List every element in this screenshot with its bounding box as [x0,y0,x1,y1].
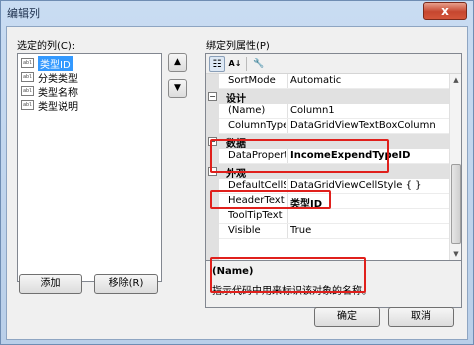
column-divider[interactable] [287,104,288,119]
dialog-client-area: 选定的列(C): abl 类型ID abl 分类类型 abl 类型名称 abl 类型说明 ▲ … [6,26,468,340]
move-down-button[interactable]: ▼ [168,79,187,98]
scroll-up-arrow-icon[interactable]: ▲ [450,74,462,86]
property-name: Visible [228,225,261,236]
close-button[interactable]: x [423,2,467,20]
add-column-button[interactable]: 添加 [19,274,82,294]
column-list-item-label: 类型名称 [38,87,78,99]
cancel-button[interactable]: 取消 [388,307,454,327]
ok-button[interactable]: 确定 [314,307,380,327]
property-category-label: 设计 [226,94,246,105]
property-name: ToolTipText [228,210,283,221]
property-row[interactable]: (Name) Column1 [206,104,449,119]
property-row[interactable]: ColumnType DataGridViewTextBoxColumn [206,119,449,134]
textbox-column-icon: abl [21,72,34,82]
dialog-title: 编辑列 [7,7,40,20]
add-column-label: 添加 [40,278,61,289]
alphabetical-sort-icon[interactable]: A↓ [227,56,243,72]
property-grid-scrollbar[interactable]: ▲ ▼ [449,74,461,260]
property-name: ColumnType [228,120,286,131]
ok-label: 确定 [337,311,357,322]
move-up-button[interactable]: ▲ [168,53,187,72]
column-divider[interactable] [287,224,288,239]
property-row[interactable]: SortMode Automatic [206,74,449,89]
column-list-item[interactable]: abl 类型说明 [18,98,161,113]
property-name: (Name) [228,105,266,116]
property-value[interactable]: True [290,225,448,236]
highlight-box-data-property [210,139,389,173]
column-divider[interactable] [287,209,288,224]
close-icon: x [441,4,449,18]
property-value[interactable]: Automatic [290,75,448,86]
property-name: SortMode [228,75,276,86]
categorized-view-icon[interactable]: ☷ [209,56,225,72]
highlight-box-header-text [210,190,331,209]
arrow-up-icon: ▲ [174,57,181,67]
selected-columns-list[interactable]: abl 类型ID abl 分类类型 abl 类型名称 abl 类型说明 [17,53,162,282]
property-row[interactable]: ToolTipText [206,209,449,224]
textbox-column-icon: abl [21,100,34,110]
column-list-item[interactable]: abl 类型ID [18,55,161,71]
property-category-row[interactable]: − 设计 [206,89,449,105]
column-list-item-label: 类型ID [38,55,73,71]
column-list-item[interactable]: abl 分类类型 [18,70,161,85]
textbox-column-icon: abl [21,58,34,68]
column-list-item-label: 分类类型 [38,73,78,85]
title-bar[interactable]: 编辑列 x [1,1,473,23]
scroll-down-arrow-icon[interactable]: ▼ [450,248,462,260]
column-list-item[interactable]: abl 类型名称 [18,84,161,99]
edit-columns-dialog: 编辑列 x 选定的列(C): abl 类型ID abl 分类类型 abl 类型名称 abl 类… [0,0,474,345]
column-list-item-label: 类型说明 [38,101,78,113]
bound-column-properties-label: 绑定列属性(P) [206,41,270,52]
property-pages-icon[interactable]: 🔧 [251,56,267,72]
column-divider[interactable] [287,119,288,134]
toolbar-separator [246,57,247,71]
selected-columns-label: 选定的列(C): [17,41,76,52]
property-grid-toolbar: ☷ A↓ 🔧 [206,54,461,74]
property-value[interactable]: Column1 [290,105,448,116]
column-divider[interactable] [287,74,288,89]
alphabetical-glyph: A↓ [228,59,242,68]
property-value[interactable]: DataGridViewTextBoxColumn [290,120,448,131]
highlight-box-description [210,257,366,293]
scroll-thumb[interactable] [451,164,461,244]
row-gridline [219,238,449,239]
property-row[interactable]: Visible True [206,224,449,239]
arrow-down-icon: ▼ [174,83,181,93]
collapse-toggle-icon[interactable]: − [208,92,217,101]
remove-column-button[interactable]: 移除(R) [94,274,158,294]
textbox-column-icon: abl [21,86,34,96]
remove-column-label: 移除(R) [108,278,144,289]
cancel-label: 取消 [411,311,431,322]
categorized-glyph: ☷ [212,59,222,70]
property-pages-glyph: 🔧 [253,59,265,69]
